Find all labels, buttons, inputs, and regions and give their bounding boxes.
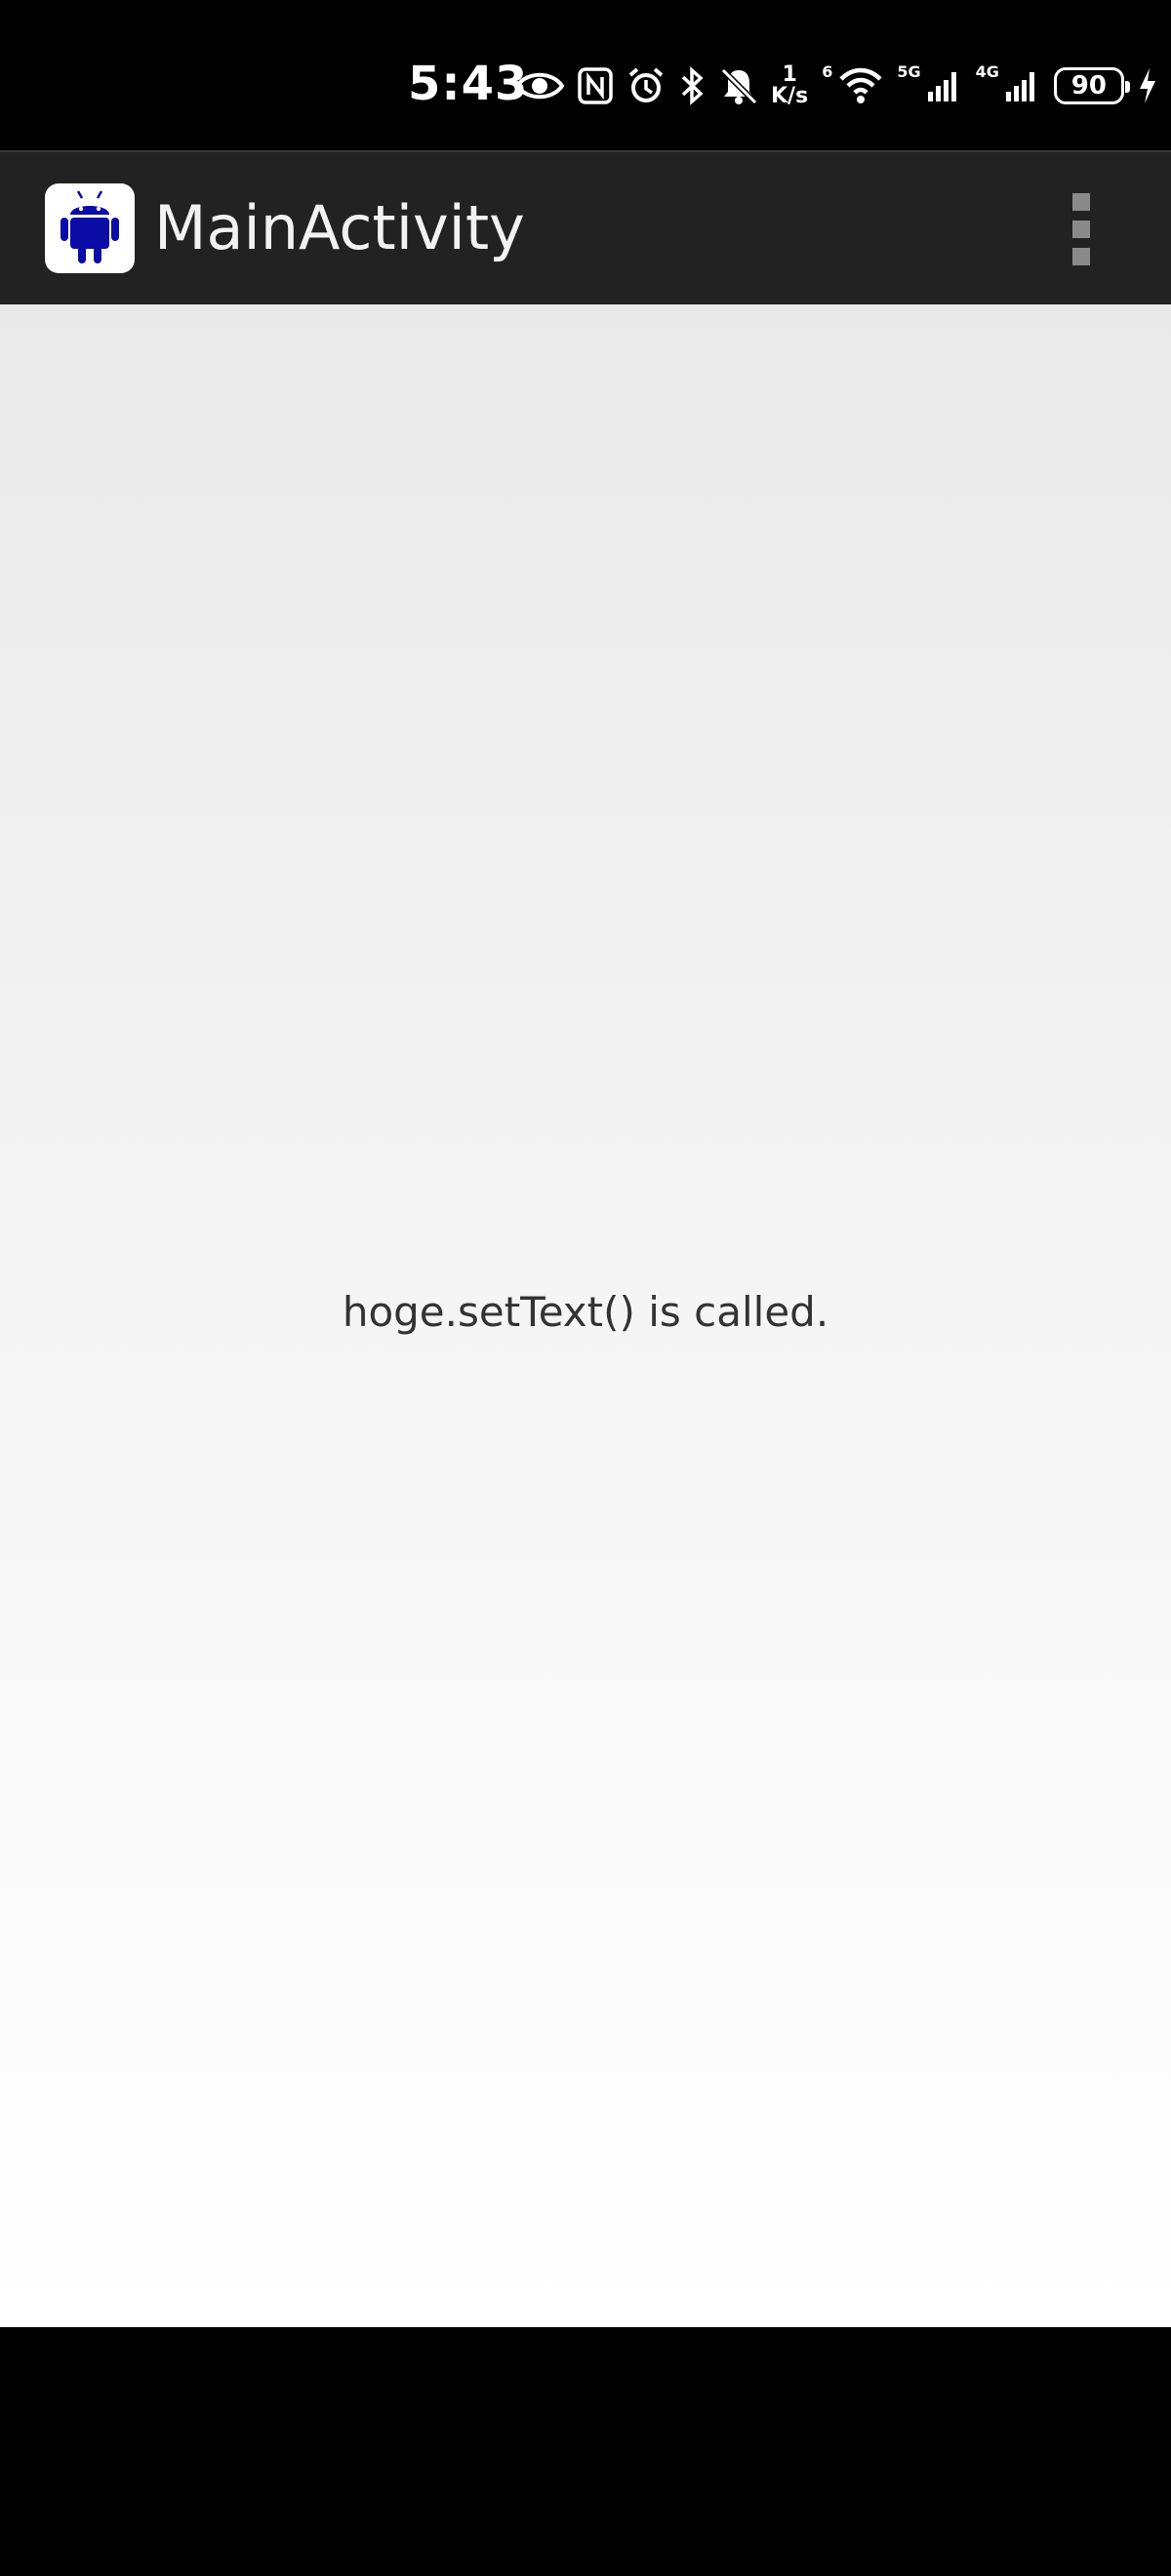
main-content: hoge.setText() is called. xyxy=(0,304,1171,2327)
signal-icon-1 xyxy=(927,72,956,101)
network-type-4g: 4G xyxy=(975,62,999,81)
network-type-5g: 5G xyxy=(897,62,921,81)
eye-icon xyxy=(515,72,564,100)
navigation-area xyxy=(0,2327,1171,2576)
battery-icon: 90 xyxy=(1053,67,1130,104)
action-bar: MainActivity xyxy=(0,150,1171,304)
action-bar-title: MainActivity xyxy=(154,192,525,263)
status-bar: 5:43 1 K/s 6 5G 4G 90 xyxy=(0,0,1171,150)
network-speed: 1 K/s xyxy=(771,64,808,107)
charging-icon xyxy=(1139,68,1155,103)
network-speed-unit: K/s xyxy=(771,84,809,108)
wifi-generation-label: 6 xyxy=(822,62,833,81)
status-icons: 1 K/s 6 5G 4G 90 xyxy=(515,57,1157,115)
screen: 5:43 1 K/s 6 5G 4G 90 MainActivity hoge.… xyxy=(0,0,1171,2576)
battery-level: 90 xyxy=(1070,71,1107,101)
status-time: 5:43 xyxy=(408,57,529,111)
android-robot-icon[interactable] xyxy=(45,183,135,273)
message-text: hoge.setText() is called. xyxy=(342,1288,829,1336)
nfc-icon xyxy=(578,67,613,104)
bluetooth-icon xyxy=(681,66,704,105)
wifi-icon xyxy=(839,67,882,103)
signal-icon-2 xyxy=(1005,72,1034,101)
network-speed-value: 1 xyxy=(782,62,797,87)
overflow-dot xyxy=(1072,193,1090,211)
alarm-icon xyxy=(628,67,664,102)
overflow-dot xyxy=(1072,248,1090,265)
mute-bell-icon xyxy=(720,67,757,105)
overflow-dot xyxy=(1072,221,1090,238)
overflow-menu-icon[interactable] xyxy=(1064,193,1099,265)
